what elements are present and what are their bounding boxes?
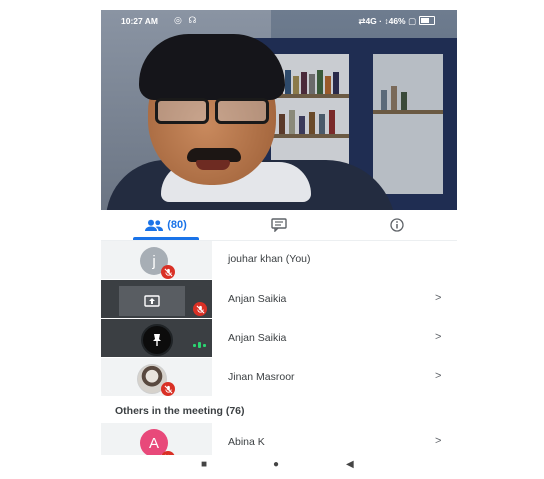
- status-notification-icons: ◎ ☊: [174, 15, 199, 25]
- info-icon: [390, 218, 404, 232]
- participant-tile: [101, 319, 212, 357]
- chevron-right-icon[interactable]: >: [435, 292, 441, 304]
- participant-tile: [101, 358, 212, 396]
- participant-row[interactable]: Jinan Masroor >: [101, 358, 457, 396]
- participant-name: jouhar khan (You): [228, 253, 311, 265]
- people-count: (80): [167, 219, 187, 231]
- participant-name: Jinan Masroor: [228, 371, 295, 383]
- recents-icon[interactable]: ■: [201, 459, 207, 470]
- present-screen-icon: [144, 295, 160, 307]
- participant-row[interactable]: Anjan Saikia >: [101, 280, 457, 318]
- presenting-tile: [119, 286, 185, 316]
- tab-chat[interactable]: [259, 210, 299, 240]
- home-icon[interactable]: ●: [273, 459, 279, 470]
- participant-tile: [101, 280, 212, 318]
- participant-row[interactable]: Anjan Saikia >: [101, 319, 457, 357]
- meeting-tabs: (80): [101, 210, 457, 241]
- chevron-right-icon[interactable]: >: [435, 370, 441, 382]
- participant-name: Anjan Saikia: [228, 293, 287, 305]
- speaking-indicator-icon: [193, 342, 207, 348]
- mic-off-icon: [161, 382, 175, 396]
- mic-off-icon: [161, 265, 175, 279]
- participant-tile: j: [101, 241, 212, 279]
- chat-icon: [271, 218, 287, 232]
- chevron-right-icon[interactable]: >: [435, 331, 441, 343]
- status-bar: 10:27 AM ◎ ☊ ⇄4G · ↕46% ▢: [101, 10, 457, 32]
- chevron-right-icon[interactable]: >: [435, 435, 441, 447]
- participant-name: Anjan Saikia: [228, 332, 287, 344]
- mic-off-icon: [193, 302, 207, 316]
- status-time: 10:27 AM: [121, 16, 159, 26]
- pin-icon: [141, 324, 173, 356]
- tab-people[interactable]: (80): [123, 210, 209, 240]
- tab-info[interactable]: [377, 210, 417, 240]
- participant-row[interactable]: j jouhar khan (You): [101, 241, 457, 279]
- glasses: [155, 98, 271, 124]
- phone-screen: 10:27 AM ◎ ☊ ⇄4G · ↕46% ▢ (80) j jouhar …: [101, 10, 457, 479]
- participant-name: Abina K: [228, 436, 265, 448]
- back-icon[interactable]: ◀: [346, 459, 354, 470]
- android-nav-bar: ■ ● ◀: [101, 455, 457, 479]
- status-network-battery: ⇄4G · ↕46% ▢: [358, 16, 435, 27]
- battery-icon: [419, 16, 435, 25]
- people-icon: [145, 219, 164, 231]
- others-header: Others in the meeting (76): [115, 405, 245, 417]
- main-video[interactable]: 10:27 AM ◎ ☊ ⇄4G · ↕46% ▢: [101, 10, 457, 210]
